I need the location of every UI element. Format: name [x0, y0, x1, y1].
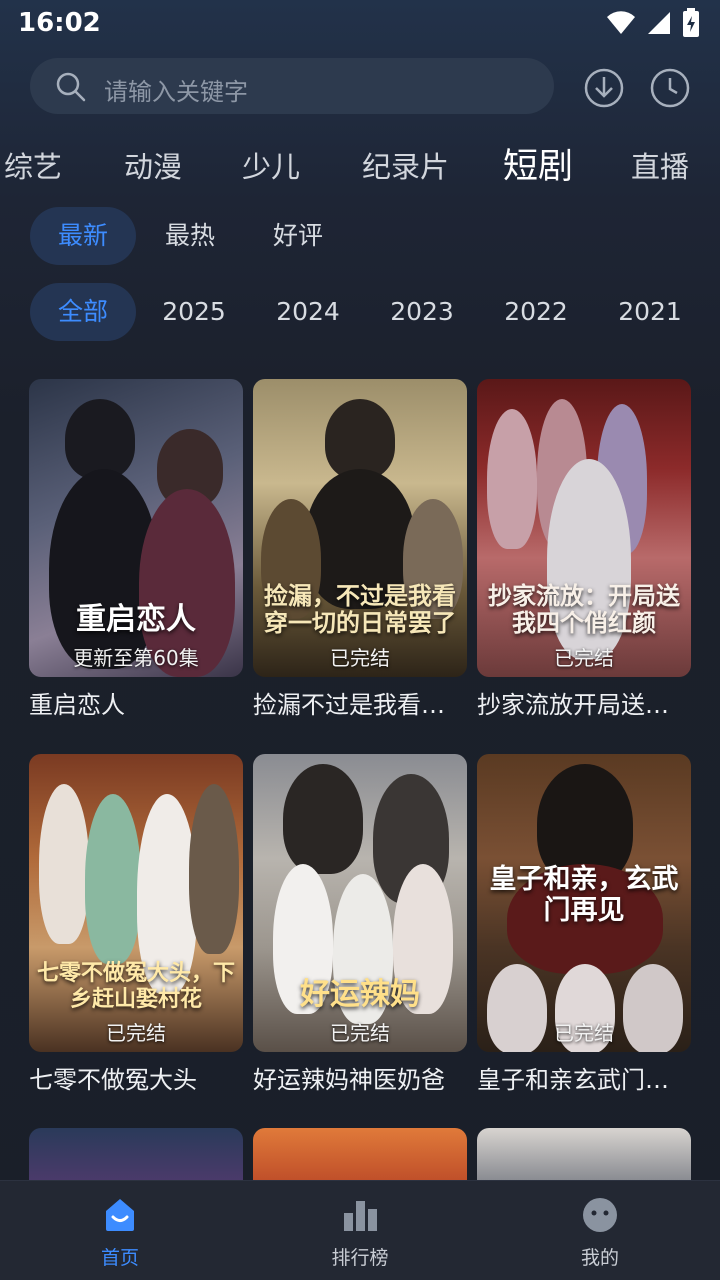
- status-badge: 已完结: [554, 1021, 614, 1045]
- card-title: 七零不做冤大头: [29, 1066, 197, 1094]
- poster-title-art: 重启恋人: [76, 601, 196, 637]
- status-time: 16:02: [18, 8, 101, 38]
- drama-card[interactable]: 皇子和亲，玄武门再见 已完结 皇子和亲玄武门再见: [477, 754, 691, 1095]
- poster-image[interactable]: 好运辣妈 已完结: [253, 754, 467, 1052]
- battery-icon: [683, 8, 699, 37]
- drama-card[interactable]: 捡漏，不过是我看穿一切的日常罢了 已完结 捡漏不过是我看穿一切的日常罢了: [253, 379, 467, 720]
- signal-icon: [648, 12, 670, 34]
- search-input[interactable]: 请输入关键字: [30, 58, 554, 114]
- profile-icon: [583, 1198, 617, 1232]
- poster-title-art: 抄家流放：开局送我四个俏红颜: [488, 580, 680, 638]
- drama-card[interactable]: 抄家流放：开局送我四个俏红颜 已完结 抄家流放开局送我四个俏红颜: [477, 379, 691, 720]
- sort-chip-hottest[interactable]: 最热: [140, 207, 240, 265]
- tab-live[interactable]: 直播: [631, 144, 689, 186]
- category-tabs: 综艺 动漫 少儿 纪录片 短剧 直播: [0, 136, 720, 188]
- poster-title-art: 好运辣妈: [300, 976, 420, 1012]
- sort-chip-newest[interactable]: 最新: [30, 207, 136, 265]
- tab-documentary[interactable]: 纪录片: [362, 144, 449, 186]
- tab-short-drama[interactable]: 短剧: [503, 138, 573, 189]
- tab-kids[interactable]: 少儿: [242, 144, 300, 186]
- bottom-navigation: 首页 排行榜 我的: [0, 1180, 720, 1280]
- poster-image[interactable]: [253, 1128, 467, 1180]
- sort-filter-row: 最新 最热 好评: [0, 207, 720, 265]
- status-badge: 更新至第60集: [73, 646, 199, 670]
- drama-card[interactable]: 七零不做冤大头，下乡赶山娶村花 已完结 七零不做冤大头: [29, 754, 243, 1095]
- search-placeholder: 请输入关键字: [104, 78, 248, 106]
- nav-ranking[interactable]: 排行榜: [300, 1195, 420, 1270]
- poster-image[interactable]: 抄家流放：开局送我四个俏红颜 已完结: [477, 379, 691, 677]
- home-icon: [106, 1199, 134, 1231]
- year-chip-2021[interactable]: 2021: [602, 283, 698, 341]
- tab-variety[interactable]: 综艺: [4, 144, 62, 186]
- card-title: 重启恋人: [29, 691, 125, 719]
- poster-title-art: 捡漏，不过是我看穿一切的日常罢了: [264, 580, 456, 638]
- status-badge: 已完结: [330, 646, 390, 670]
- nav-label: 我的: [580, 1247, 619, 1269]
- year-chip-2024[interactable]: 2024: [260, 283, 356, 341]
- download-icon[interactable]: [584, 68, 624, 108]
- card-title: 捡漏不过是我看穿一切的日常罢了: [253, 691, 467, 719]
- nav-home[interactable]: 首页: [60, 1195, 180, 1270]
- drama-card[interactable]: 重启恋人 更新至第60集 重启恋人: [29, 379, 243, 720]
- poster-title-art: 七零不做冤大头，下乡赶山娶村花: [37, 960, 236, 1012]
- poster-image[interactable]: 捡漏，不过是我看穿一切的日常罢了 已完结: [253, 379, 467, 677]
- nav-profile[interactable]: 我的: [540, 1195, 660, 1270]
- drama-card-partial[interactable]: [477, 1128, 691, 1180]
- tab-anime[interactable]: 动漫: [124, 144, 182, 186]
- poster-image[interactable]: 重启恋人 更新至第60集: [29, 379, 243, 677]
- drama-card-partial[interactable]: [253, 1128, 467, 1180]
- history-icon[interactable]: [650, 68, 690, 108]
- status-badge: 已完结: [330, 1021, 390, 1045]
- poster-image[interactable]: [29, 1128, 243, 1180]
- year-chip-2025[interactable]: 2025: [146, 283, 242, 341]
- poster-image[interactable]: 七零不做冤大头，下乡赶山娶村花 已完结: [29, 754, 243, 1052]
- chart-icon: [344, 1201, 377, 1231]
- year-filter-row: 全部 2025 2024 2023 2022 2021: [0, 283, 720, 341]
- nav-label: 首页: [100, 1247, 139, 1269]
- status-icons: [606, 8, 700, 38]
- card-title: 好运辣妈神医奶爸: [253, 1066, 445, 1094]
- drama-card-partial[interactable]: [29, 1128, 243, 1180]
- poster-image[interactable]: 皇子和亲，玄武门再见 已完结: [477, 754, 691, 1052]
- drama-card[interactable]: 好运辣妈 已完结 好运辣妈神医奶爸: [253, 754, 467, 1095]
- poster-title-art: 皇子和亲，玄武门再见: [489, 864, 679, 927]
- status-badge: 已完结: [106, 1021, 166, 1045]
- search-icon: [56, 72, 86, 102]
- year-chip-2023[interactable]: 2023: [374, 283, 470, 341]
- year-chip-2022[interactable]: 2022: [488, 283, 584, 341]
- nav-label: 排行榜: [331, 1247, 389, 1269]
- status-bar: 16:02: [0, 0, 720, 48]
- card-title: 皇子和亲玄武门再见: [477, 1066, 691, 1094]
- poster-image[interactable]: [477, 1128, 691, 1180]
- year-chip-all[interactable]: 全部: [30, 283, 136, 341]
- card-title: 抄家流放开局送我四个俏红颜: [477, 691, 691, 719]
- status-badge: 已完结: [554, 646, 614, 670]
- wifi-icon: [607, 11, 635, 35]
- sort-chip-top-rated[interactable]: 好评: [248, 207, 348, 265]
